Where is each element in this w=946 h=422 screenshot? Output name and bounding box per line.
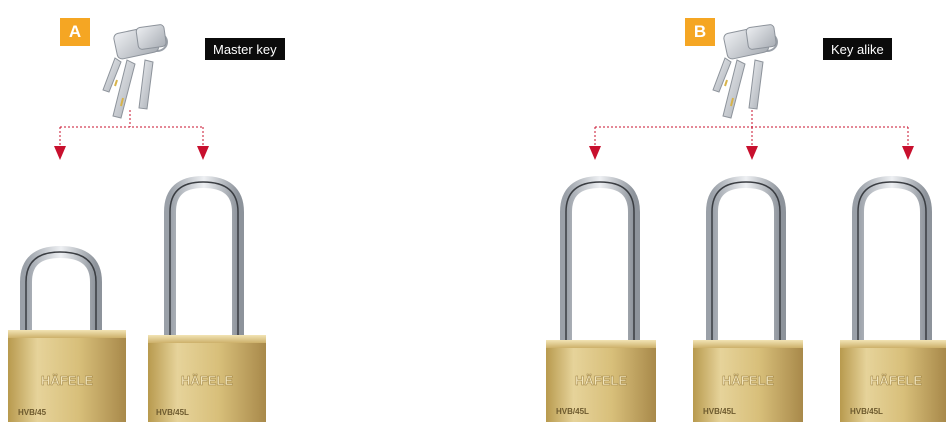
padlock-model: HVB/45L [850, 407, 883, 416]
padlock-brand: HÄFELE [722, 373, 774, 388]
arrow-down-icon [746, 146, 758, 160]
padlock-model: HVB/45L [703, 407, 736, 416]
padlock-brand: HÄFELE [41, 373, 93, 388]
arrow-down-icon [54, 146, 66, 160]
padlock-brand: HÄFELE [181, 373, 233, 388]
connector-b [594, 110, 909, 146]
padlock-icon: HÄFELE HVB/45L [840, 175, 946, 422]
arrow-down-icon [197, 146, 209, 160]
key-bunch-icon [102, 24, 168, 119]
padlock-brand: HÄFELE [575, 373, 627, 388]
padlock-icon: HÄFELE HVB/45L [148, 175, 266, 422]
padlock-brand: HÄFELE [870, 373, 922, 388]
padlock-icon: HÄFELE HVB/45 [8, 245, 126, 422]
arrow-down-icon [902, 146, 914, 160]
key-bunch-icon [712, 24, 778, 119]
arrow-down-icon [589, 146, 601, 160]
padlock-model: HVB/45 [18, 408, 47, 417]
padlock-icon: HÄFELE HVB/45L [693, 175, 803, 422]
padlock-icon: HÄFELE HVB/45L [546, 175, 656, 422]
padlock-model: HVB/45L [156, 408, 189, 417]
connector-a [59, 110, 204, 146]
padlock-model: HVB/45L [556, 407, 589, 416]
illustration: HÄFELE HVB/45 HÄFELE HVB/45L HÄFELE HVB/… [8, 24, 946, 422]
